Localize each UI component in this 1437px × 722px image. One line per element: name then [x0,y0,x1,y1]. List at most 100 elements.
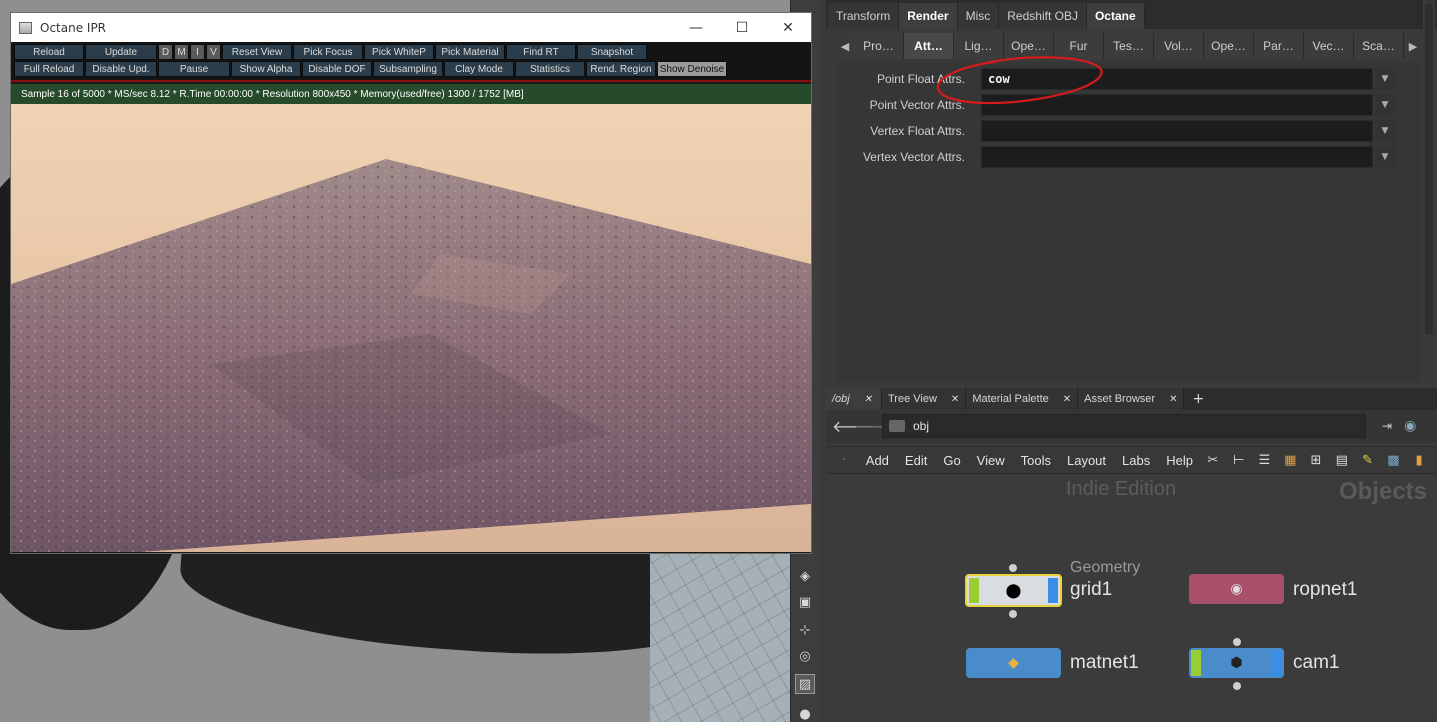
reset-view-button[interactable]: Reset View [222,44,292,60]
tab-obj[interactable]: /obj ✕ [826,388,882,410]
point-float-attrs-field[interactable]: cow [981,68,1373,90]
reload-button[interactable]: Reload [14,44,84,60]
update-button[interactable]: Update [85,44,157,60]
subtab-attributes[interactable]: Att… [904,33,954,59]
point-vector-attrs-field[interactable] [981,94,1373,116]
render-flag[interactable] [1048,578,1058,603]
chevron-down-icon[interactable]: ▼ [1375,94,1395,116]
menu-tools[interactable]: Tools [1017,453,1055,468]
subtab-particles[interactable]: Par… [1254,33,1304,59]
subtab-open-2[interactable]: Ope… [1204,33,1254,59]
menu-add[interactable]: Add [862,453,893,468]
v-toggle[interactable]: V [206,44,221,60]
tab-scroll-right-icon[interactable]: ▶ [1404,40,1422,53]
subtab-open-1[interactable]: Ope… [1004,33,1054,59]
network-path-field[interactable]: obj [882,414,1366,438]
subtab-fur[interactable]: Fur [1054,33,1104,59]
vertex-float-attrs-field[interactable] [981,120,1373,142]
menu-go[interactable]: Go [939,453,964,468]
subtab-scalar[interactable]: Sca… [1354,33,1404,59]
render-region-button[interactable]: Rend. Region [586,61,656,77]
list-icon[interactable]: ☰ [1257,452,1273,468]
node-ropnet1[interactable]: ◉ [1189,574,1284,604]
subtab-tessellation[interactable]: Tes… [1104,33,1154,59]
find-rt-button[interactable]: Find RT [506,44,576,60]
disable-dof-button[interactable]: Disable DOF [302,61,372,77]
output-connector[interactable] [1009,610,1017,618]
menu-edit[interactable]: Edit [901,453,931,468]
ipr-titlebar[interactable]: Octane IPR — ☐ ✕ [11,13,811,42]
image-icon[interactable]: ▩ [1385,452,1401,468]
show-alpha-button[interactable]: Show Alpha [231,61,301,77]
wrench-icon[interactable]: ✂ [1205,452,1221,468]
menu-layout[interactable]: Layout [1063,453,1110,468]
output-connector[interactable] [1233,682,1241,690]
subtab-volume[interactable]: Vol… [1154,33,1204,59]
clay-mode-button[interactable]: Clay Mode [444,61,514,77]
close-icon[interactable]: ✕ [765,13,811,42]
tab-redshift-obj[interactable]: Redshift OBJ [999,3,1087,29]
display-options-icon[interactable]: ◈ [795,566,815,586]
disable-update-button[interactable]: Disable Upd. [85,61,157,77]
background-icon[interactable]: ▣ [795,592,815,612]
add-tab-icon[interactable]: + [1192,391,1204,407]
more-icon[interactable]: ▮ [1411,452,1427,468]
close-icon[interactable]: ✕ [864,394,872,405]
link-icon[interactable]: ◉ [1404,418,1416,434]
subtab-vector[interactable]: Vec… [1304,33,1354,59]
snapshot-button[interactable]: Snapshot [577,44,647,60]
pick-material-button[interactable]: Pick Material [435,44,505,60]
close-icon[interactable]: ✕ [951,394,959,405]
camera-icon[interactable]: ● [795,704,815,722]
pin-icon[interactable]: ⇥ [1382,419,1392,433]
parameter-scrollbar[interactable] [1423,0,1435,350]
menu-view[interactable]: View [973,453,1009,468]
network-canvas[interactable]: Indie Edition Objects ⬤ Geometry grid1 ◉… [826,474,1437,718]
color-palette-icon[interactable]: ▦ [1282,452,1298,468]
tab-transform[interactable]: Transform [828,3,900,29]
menu-labs[interactable]: Labs [1118,453,1154,468]
network-box-icon[interactable]: ▤ [1334,452,1350,468]
render-flag[interactable] [1272,650,1282,676]
tab-scroll-left-icon[interactable]: ◀ [836,40,854,53]
grid-view-icon[interactable]: ⊞ [1308,452,1324,468]
input-connector[interactable] [1233,638,1241,646]
tab-misc[interactable]: Misc [957,3,1000,29]
i-toggle[interactable]: I [190,44,205,60]
node-cam1[interactable]: ⬢ [1189,648,1284,678]
maximize-icon[interactable]: ☐ [719,13,765,42]
full-reload-button[interactable]: Full Reload [14,61,84,77]
menu-help[interactable]: Help [1162,453,1197,468]
back-arrow-icon[interactable]: 🡐 [832,416,875,436]
chevron-down-icon[interactable]: ▼ [1375,120,1395,142]
pause-button[interactable]: Pause [158,61,230,77]
node-matnet1[interactable]: ◆ [966,648,1061,678]
render-view-icon[interactable]: ▨ [795,674,815,694]
subtab-properties[interactable]: Pro… [854,33,904,59]
display-flag[interactable] [969,578,979,603]
chevron-down-icon[interactable]: ▼ [1375,146,1395,168]
snap-icon[interactable]: ⊹ [795,620,815,640]
tab-asset-browser[interactable]: Asset Browser ✕ [1078,388,1185,410]
chevron-down-icon[interactable]: ▼ [1375,68,1395,90]
vertex-vector-attrs-field[interactable] [981,146,1373,168]
close-icon[interactable]: ✕ [1169,394,1177,405]
tree-icon[interactable]: ⊢ [1231,452,1247,468]
sticky-note-icon[interactable]: ✎ [1360,452,1376,468]
pick-whitepoint-button[interactable]: Pick WhiteP [364,44,434,60]
input-connector[interactable] [1009,564,1017,572]
minimize-icon[interactable]: — [673,13,719,42]
subsampling-button[interactable]: Subsampling [373,61,443,77]
m-toggle[interactable]: M [174,44,189,60]
subtab-lights[interactable]: Lig… [954,33,1004,59]
d-toggle[interactable]: D [158,44,173,60]
render-view[interactable] [11,104,811,552]
tab-render[interactable]: Render [899,3,958,29]
tab-material-palette[interactable]: Material Palette ✕ [966,388,1079,410]
pick-focus-button[interactable]: Pick Focus [293,44,363,60]
forward-arrow-icon[interactable]: 🡒 [854,416,897,436]
node-grid1[interactable]: ⬤ [965,574,1062,607]
display-flag[interactable] [1191,650,1201,676]
tab-octane[interactable]: Octane [1086,3,1145,29]
ghost-icon[interactable]: ◎ [795,646,815,666]
